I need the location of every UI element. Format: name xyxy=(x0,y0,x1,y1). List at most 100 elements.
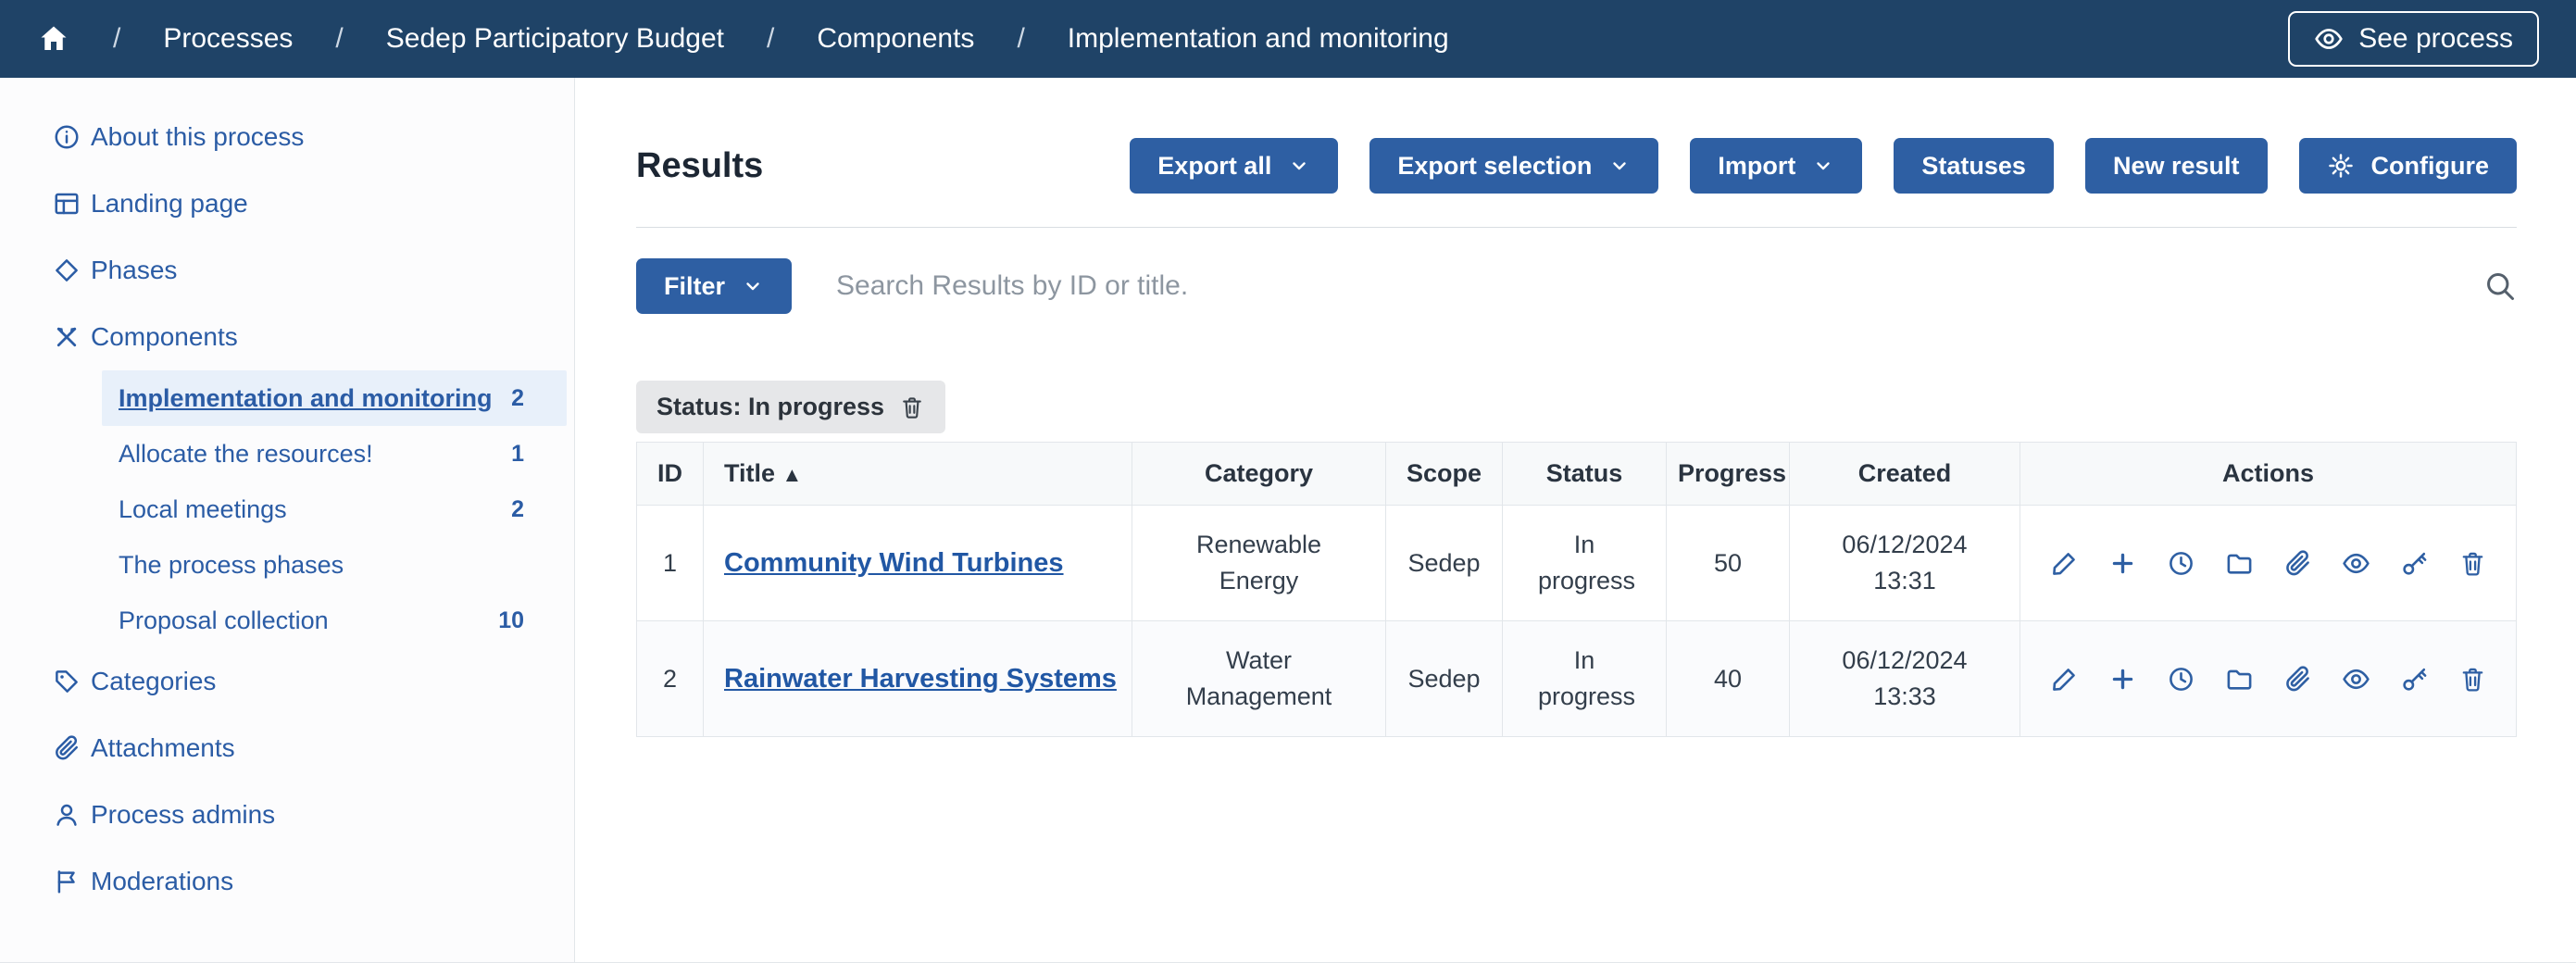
chevron-down-icon xyxy=(1288,155,1310,177)
search-input[interactable] xyxy=(836,270,2439,302)
folder-icon[interactable] xyxy=(2225,665,2254,694)
flag-icon xyxy=(53,868,81,895)
col-header-title-sortable[interactable]: Title ▲ xyxy=(704,443,1132,506)
cell-scope: Sedep xyxy=(1386,621,1503,737)
search-icon[interactable] xyxy=(2483,269,2517,303)
eye-icon[interactable] xyxy=(2342,549,2370,578)
eye-icon[interactable] xyxy=(2342,665,2370,694)
new-result-label: New result xyxy=(2113,152,2240,181)
import-button[interactable]: Import xyxy=(1690,138,1862,194)
tag-icon xyxy=(53,668,81,695)
table-header-row: ID Title ▲ Category Scope Status Progres… xyxy=(637,443,2517,506)
col-header-status: Status xyxy=(1503,443,1667,506)
cell-title: Rainwater Harvesting Systems xyxy=(704,621,1132,737)
sort-ascending-indicator: ▲ xyxy=(782,463,803,486)
sidebar-item-label: About this process xyxy=(91,122,304,152)
layout-icon xyxy=(53,190,81,218)
folder-icon[interactable] xyxy=(2225,549,2254,578)
see-process-button[interactable]: See process xyxy=(2288,11,2539,67)
result-title-link[interactable]: Community Wind Turbines xyxy=(724,548,1064,578)
clock-icon[interactable] xyxy=(2167,549,2195,578)
sidebar-subitem-implementation-and-monitoring[interactable]: Implementation and monitoring 2 xyxy=(102,370,567,426)
sidebar-item-process-admins[interactable]: Process admins xyxy=(0,782,574,848)
tools-icon xyxy=(53,323,81,351)
row-actions xyxy=(2032,665,2505,694)
export-selection-label: Export selection xyxy=(1397,152,1592,181)
row-actions xyxy=(2032,549,2505,578)
configure-button[interactable]: Configure xyxy=(2299,138,2518,194)
sidebar-subitem-allocate-the-resources[interactable]: Allocate the resources! 1 xyxy=(102,426,567,482)
breadcrumb-current-component[interactable]: Implementation and monitoring xyxy=(1068,23,1449,55)
chevron-down-icon xyxy=(1608,155,1631,177)
col-header-category: Category xyxy=(1132,443,1386,506)
key-icon[interactable] xyxy=(2400,549,2429,578)
sidebar-item-label: Process admins xyxy=(91,800,275,830)
paperclip-icon[interactable] xyxy=(2283,665,2312,694)
cell-category: Renewable Energy xyxy=(1132,506,1386,621)
key-icon[interactable] xyxy=(2400,665,2429,694)
count-badge: 2 xyxy=(511,496,524,523)
cell-id: 1 xyxy=(637,506,704,621)
paperclip-icon xyxy=(53,734,81,762)
statuses-button[interactable]: Statuses xyxy=(1894,138,2054,194)
sidebar-item-label: Categories xyxy=(91,667,216,696)
sidebar-subitem-label: Implementation and monitoring xyxy=(119,384,493,413)
sidebar-item-label: Components xyxy=(91,322,238,352)
sidebar-item-attachments[interactable]: Attachments xyxy=(0,715,574,782)
sidebar-item-label: Landing page xyxy=(91,189,248,219)
sidebar-item-label: Phases xyxy=(91,256,177,285)
home-icon[interactable] xyxy=(37,22,70,56)
configure-label: Configure xyxy=(2371,152,2490,181)
cell-status: In progress xyxy=(1503,621,1667,737)
col-header-scope: Scope xyxy=(1386,443,1503,506)
breadcrumb-components[interactable]: Components xyxy=(817,23,974,55)
add-icon[interactable] xyxy=(2108,665,2137,694)
col-header-id: ID xyxy=(637,443,704,506)
col-header-title-label: Title xyxy=(724,459,775,487)
edit-icon[interactable] xyxy=(2050,549,2079,578)
cell-status: In progress xyxy=(1503,506,1667,621)
sidebar-subitem-label: The process phases xyxy=(119,551,344,580)
divider xyxy=(636,227,2517,228)
sidebar-item-about-this-process[interactable]: About this process xyxy=(0,104,574,170)
trash-icon[interactable] xyxy=(899,394,925,420)
table-row: 1 Community Wind Turbines Renewable Ener… xyxy=(637,506,2517,621)
count-badge: 2 xyxy=(511,385,524,412)
export-all-button[interactable]: Export all xyxy=(1130,138,1338,194)
export-selection-button[interactable]: Export selection xyxy=(1369,138,1658,194)
breadcrumb-processes[interactable]: Processes xyxy=(163,23,293,55)
trash-icon[interactable] xyxy=(2458,549,2487,578)
paperclip-icon[interactable] xyxy=(2283,549,2312,578)
trash-icon[interactable] xyxy=(2458,665,2487,694)
new-result-button[interactable]: New result xyxy=(2085,138,2268,194)
sidebar-item-components[interactable]: Components xyxy=(0,304,574,370)
see-process-label: See process xyxy=(2358,23,2513,55)
sidebar-subitem-proposal-collection[interactable]: Proposal collection 10 xyxy=(102,593,567,648)
cell-actions xyxy=(2020,506,2517,621)
sidebar-subitem-the-process-phases[interactable]: The process phases xyxy=(102,537,567,593)
add-icon[interactable] xyxy=(2108,549,2137,578)
page-title: Results xyxy=(636,146,763,186)
cell-created: 06/12/2024 13:31 xyxy=(1790,506,2020,621)
gear-icon xyxy=(2327,152,2355,180)
sidebar-subitem-label: Proposal collection xyxy=(119,607,329,635)
breadcrumb-separator: / xyxy=(767,23,774,55)
result-title-link[interactable]: Rainwater Harvesting Systems xyxy=(724,664,1117,694)
breadcrumb-separator: / xyxy=(1017,23,1024,55)
chevron-down-icon xyxy=(1812,155,1834,177)
sidebar-item-categories[interactable]: Categories xyxy=(0,648,574,715)
sidebar-item-moderations[interactable]: Moderations xyxy=(0,848,574,915)
sidebar-item-landing-page[interactable]: Landing page xyxy=(0,170,574,237)
table-row: 2 Rainwater Harvesting Systems Water Man… xyxy=(637,621,2517,737)
person-icon xyxy=(53,801,81,829)
edit-icon[interactable] xyxy=(2050,665,2079,694)
applied-filter-chip: Status: In progress xyxy=(636,381,945,433)
filter-button[interactable]: Filter xyxy=(636,258,792,314)
topbar: / Processes / Sedep Participatory Budget… xyxy=(0,0,2576,78)
sidebar-subitem-local-meetings[interactable]: Local meetings 2 xyxy=(102,482,567,537)
export-all-label: Export all xyxy=(1157,152,1271,181)
col-header-progress: Progress xyxy=(1667,443,1790,506)
breadcrumb-process-name[interactable]: Sedep Participatory Budget xyxy=(386,23,724,55)
sidebar-item-phases[interactable]: Phases xyxy=(0,237,574,304)
clock-icon[interactable] xyxy=(2167,665,2195,694)
